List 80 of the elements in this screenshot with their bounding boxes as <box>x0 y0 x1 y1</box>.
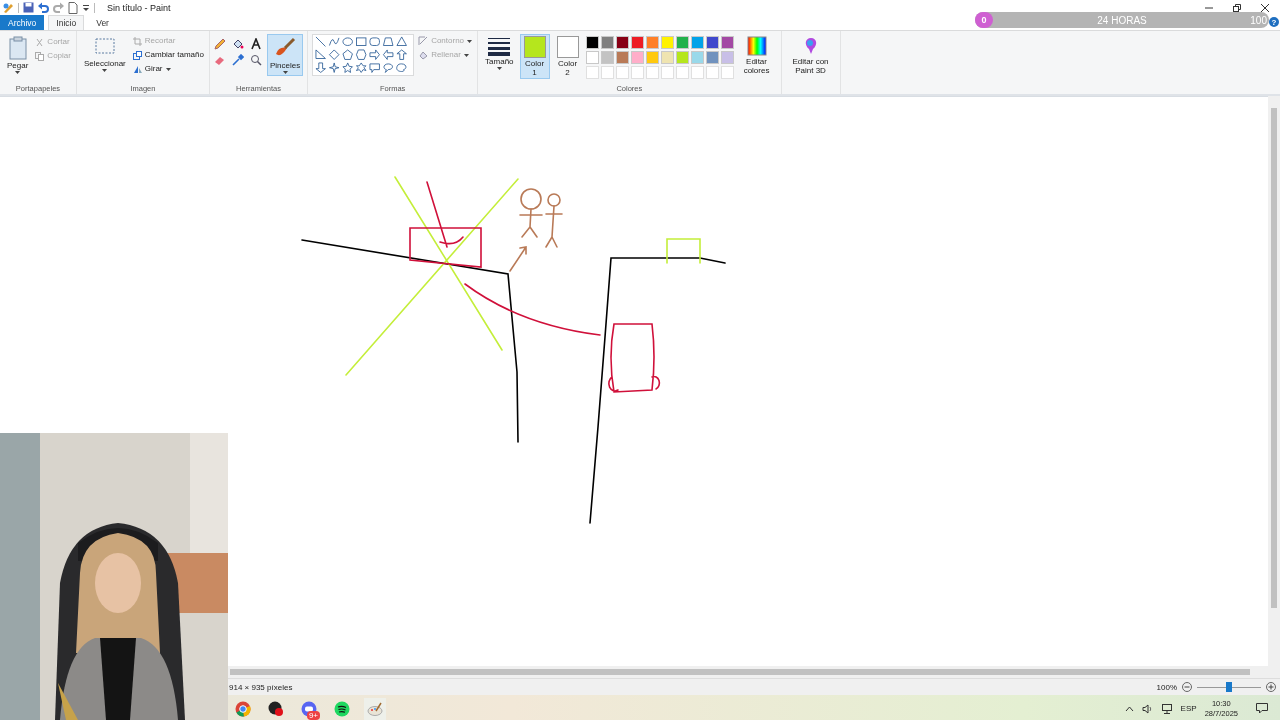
color-swatch[interactable] <box>690 51 704 64</box>
color-swatch[interactable] <box>615 51 629 64</box>
paste-button[interactable]: Pegar <box>4 34 32 76</box>
color-swatch[interactable] <box>720 51 734 64</box>
edit-colors-button[interactable]: Editar colores <box>736 34 777 77</box>
close-icon[interactable] <box>1260 2 1270 13</box>
save-icon[interactable] <box>23 2 34 13</box>
ribbon-tab[interactable]: Inicio <box>48 15 85 30</box>
rotate-icon <box>132 64 142 74</box>
color-swatch[interactable] <box>660 51 674 64</box>
timer-end-label: 100 <box>1250 14 1267 26</box>
shapes-gallery[interactable] <box>312 34 415 76</box>
dropdown-caret-icon <box>165 67 171 71</box>
scissors-icon <box>35 37 45 47</box>
resize-icon <box>132 50 142 60</box>
crop-icon <box>132 36 142 46</box>
size-button[interactable]: Tamaño <box>482 34 517 72</box>
pencil-icon[interactable] <box>213 38 228 50</box>
color-swatch[interactable] <box>660 36 674 49</box>
paint-app-icon <box>2 1 14 14</box>
resize-button[interactable]: Cambiar tamaño <box>131 49 205 61</box>
line-width-icon <box>487 36 512 56</box>
brushes-button[interactable]: Pinceles <box>266 34 304 76</box>
color-swatch[interactable] <box>645 51 659 64</box>
color-swatch[interactable] <box>645 36 659 49</box>
dropdown-caret-icon <box>463 53 469 57</box>
color-swatch[interactable] <box>630 51 644 64</box>
color-swatch[interactable] <box>675 51 689 64</box>
help-icon[interactable]: ? <box>1269 17 1279 27</box>
color-swatch[interactable] <box>720 36 734 49</box>
color-spectrum-icon <box>746 36 767 56</box>
magnifier-icon[interactable] <box>249 54 264 66</box>
chevron-up-icon[interactable] <box>1124 705 1134 712</box>
dropdown-caret-icon <box>15 71 21 74</box>
timer-thumb: 0 <box>975 12 993 28</box>
network-icon[interactable] <box>1160 703 1173 714</box>
color-slot-button[interactable]: Color 1 <box>519 34 550 79</box>
color-swatch[interactable] <box>615 36 629 49</box>
color-swatch[interactable] <box>585 51 599 64</box>
color-swatch[interactable] <box>585 36 599 49</box>
clipboard-icon <box>8 36 27 60</box>
color-swatch[interactable] <box>690 36 704 49</box>
fill-icon <box>418 50 429 60</box>
timer-label: 24 HORAS <box>1097 14 1147 26</box>
zoom-level: 100% <box>1156 682 1177 692</box>
language-indicator[interactable]: ESP <box>1180 704 1197 713</box>
zoom-in-icon[interactable] <box>1266 682 1276 692</box>
dropdown-caret-icon <box>102 69 108 72</box>
color-picker-icon[interactable] <box>231 54 246 66</box>
ribbon-tab[interactable]: Archivo <box>0 15 45 30</box>
dropdown-caret-icon <box>282 71 288 74</box>
notification-badge: 9+ <box>306 710 320 720</box>
fill-bucket-icon[interactable] <box>231 38 246 50</box>
paint-taskbar-icon[interactable] <box>364 697 386 720</box>
new-document-icon[interactable] <box>68 1 78 14</box>
color-swatch[interactable] <box>630 36 644 49</box>
customize-dropdown-icon[interactable] <box>82 3 90 12</box>
speaker-icon[interactable] <box>1141 703 1153 714</box>
dropdown-caret-icon <box>467 39 473 43</box>
paint-3d-button[interactable]: Editar con Paint 3D <box>785 34 836 77</box>
zoom-out-icon[interactable] <box>1182 682 1192 692</box>
color-swatch[interactable] <box>705 36 719 49</box>
image-dimensions: 914 × 935 píxeles <box>229 682 293 692</box>
restore-icon[interactable] <box>1232 2 1242 13</box>
text-tool-icon[interactable] <box>249 38 264 50</box>
window-title: Sin título - Paint <box>107 2 171 13</box>
dropdown-caret-icon <box>496 67 502 70</box>
rotate-button[interactable]: Girar <box>131 63 205 75</box>
notifications-icon[interactable] <box>1256 703 1268 714</box>
redo-icon[interactable] <box>53 2 64 13</box>
copy-icon <box>35 51 45 61</box>
color-swatch[interactable] <box>675 36 689 49</box>
color-swatch[interactable] <box>705 51 719 64</box>
color-swatch[interactable] <box>600 51 614 64</box>
color-swatch[interactable] <box>600 36 614 49</box>
undo-icon[interactable] <box>38 2 49 13</box>
outline-icon <box>418 36 429 46</box>
select-button[interactable]: Seleccionar <box>80 34 129 74</box>
color-slot-button[interactable]: Color 2 <box>552 34 583 79</box>
zoom-slider-thumb[interactable] <box>1226 681 1232 692</box>
